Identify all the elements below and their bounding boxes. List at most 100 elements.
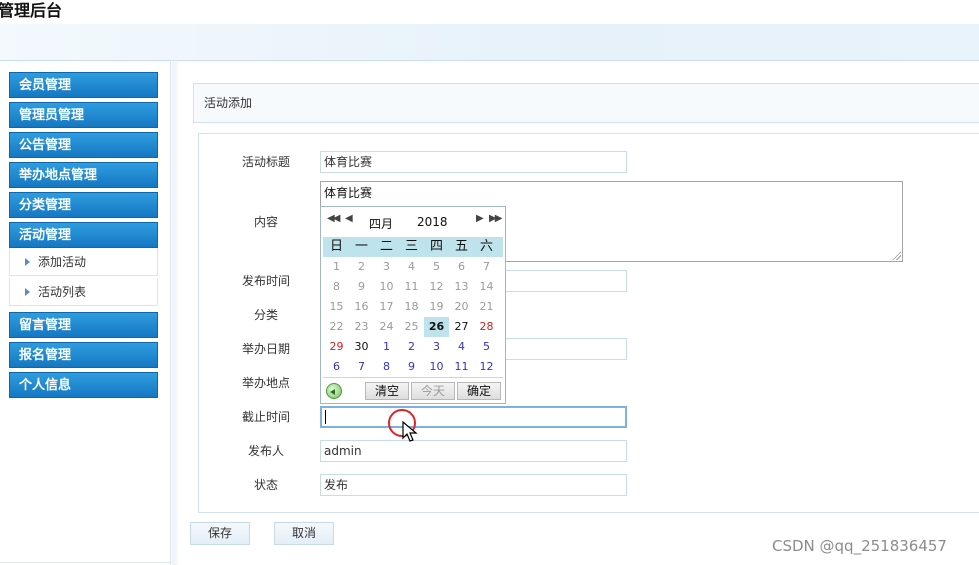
sidebar-item-profile[interactable]: 个人信息: [9, 372, 158, 398]
calendar-day[interactable]: 9: [349, 277, 374, 297]
today-button[interactable]: 今天: [411, 382, 455, 400]
category-label: 分类: [253, 308, 278, 322]
title-label: 活动标题: [241, 155, 290, 169]
sidebar-item-categories[interactable]: 分类管理: [9, 192, 158, 218]
calendar-day[interactable]: 22: [324, 317, 349, 337]
calendar-day[interactable]: 28: [474, 317, 499, 337]
calendar-day[interactable]: 9: [399, 357, 424, 377]
calendar-day[interactable]: 2: [349, 257, 374, 277]
calendar-day[interactable]: 6: [449, 257, 474, 277]
save-button[interactable]: 保存: [190, 522, 250, 545]
status-label: 状态: [253, 478, 278, 492]
caret-right-icon: [25, 288, 30, 296]
calendar-day[interactable]: 18: [399, 297, 424, 317]
calendar-day[interactable]: 11: [449, 357, 474, 377]
calendar-day[interactable]: 8: [374, 357, 399, 377]
mouse-pointer-icon: [402, 421, 418, 442]
event-date-label: 举办日期: [241, 342, 290, 356]
cancel-button[interactable]: 取消: [274, 522, 334, 545]
calendar-day[interactable]: 16: [349, 297, 374, 317]
submenu-item-label: 活动列表: [38, 285, 87, 299]
weekday-label: 五: [454, 239, 468, 254]
page-title: 活动添加: [193, 83, 979, 123]
sidebar-item-venues[interactable]: 举办地点管理: [9, 162, 158, 188]
calendar-day[interactable]: 2: [399, 337, 424, 357]
submenu-item-label: 添加活动: [38, 255, 87, 269]
calendar-day[interactable]: 15: [324, 297, 349, 317]
calendar-day[interactable]: 10: [374, 277, 399, 297]
calendar-day[interactable]: 3: [374, 257, 399, 277]
text-caret: [325, 410, 326, 424]
calendar-day[interactable]: 29: [324, 337, 349, 357]
calendar-day[interactable]: 13: [449, 277, 474, 297]
sidebar-item-registrations[interactable]: 报名管理: [9, 342, 158, 368]
weekday-header: 日 一 二 三 四 五 六: [323, 237, 503, 257]
weekday-label: 三: [404, 239, 418, 254]
calendar-day[interactable]: 21: [474, 297, 499, 317]
calendar-day[interactable]: 19: [424, 297, 449, 317]
app-title: 管理后台: [0, 1, 63, 20]
sidebar-item-notices[interactable]: 公告管理: [9, 132, 158, 158]
next-month-icon[interactable]: ▶: [476, 213, 484, 224]
calendar-footer-divider: [323, 377, 503, 378]
publisher-input[interactable]: admin: [320, 440, 627, 462]
calendar-day[interactable]: 7: [349, 357, 374, 377]
content-text: 体育比赛: [324, 186, 373, 200]
weekday-label: 一: [354, 239, 368, 254]
status-input[interactable]: 发布: [320, 474, 627, 496]
weekday-label: 四: [429, 239, 443, 254]
calendar-day[interactable]: 27: [449, 317, 474, 337]
sidebar-item-activities[interactable]: 活动管理: [9, 222, 158, 248]
calendar-day[interactable]: 14: [474, 277, 499, 297]
calendar-day[interactable]: 6: [324, 357, 349, 377]
calendar-day[interactable]: 4: [449, 337, 474, 357]
calendar-day[interactable]: 30: [349, 337, 374, 357]
calendar-day[interactable]: 4: [399, 257, 424, 277]
sidebar-separator: [172, 62, 178, 565]
location-label: 举办地点: [241, 376, 290, 390]
weekday-label: 日: [329, 239, 343, 254]
calendar-day[interactable]: 20: [449, 297, 474, 317]
submenu-item-add-activity[interactable]: 添加活动: [9, 248, 158, 276]
date-picker: ◀◀ ◀ 四月 2018 ▶ ▶▶ 日 一 二 三 四 五 六 12345678…: [320, 206, 506, 404]
calendar-day[interactable]: 26: [424, 317, 449, 337]
watermark: CSDN @qq_251836457: [772, 537, 947, 555]
header-band: [0, 24, 979, 61]
sidebar-item-members[interactable]: 会员管理: [9, 72, 158, 98]
calendar-day[interactable]: 3: [424, 337, 449, 357]
sidebar-item-messages[interactable]: 留言管理: [9, 312, 158, 338]
back-arrow-icon[interactable]: [326, 383, 342, 399]
calendar-day[interactable]: 7: [474, 257, 499, 277]
sidebar-item-admins[interactable]: 管理员管理: [9, 102, 158, 128]
title-input[interactable]: 体育比赛: [320, 151, 627, 173]
weekday-label: 六: [479, 239, 493, 254]
prev-year-icon[interactable]: ◀◀: [327, 213, 340, 224]
calendar-day[interactable]: 24: [374, 317, 399, 337]
next-year-icon[interactable]: ▶▶: [489, 213, 502, 224]
prev-month-icon[interactable]: ◀: [345, 213, 353, 224]
calendar-day[interactable]: 8: [324, 277, 349, 297]
calendar-day[interactable]: 12: [424, 277, 449, 297]
confirm-button[interactable]: 确定: [457, 382, 501, 400]
calendar-day[interactable]: 25: [399, 317, 424, 337]
calendar-day[interactable]: 11: [399, 277, 424, 297]
resize-grip-icon[interactable]: [892, 251, 901, 260]
content-label: 内容: [253, 215, 278, 229]
calendar-day[interactable]: 1: [374, 337, 399, 357]
caret-right-icon: [25, 258, 30, 266]
clear-button[interactable]: 清空: [365, 382, 409, 400]
calendar-day[interactable]: 10: [424, 357, 449, 377]
deadline-input[interactable]: [320, 406, 627, 428]
sidebar-divider: [0, 562, 170, 563]
calendar-day[interactable]: 17: [374, 297, 399, 317]
calendar-day[interactable]: 12: [474, 357, 499, 377]
calendar-day[interactable]: 5: [424, 257, 449, 277]
calendar-year[interactable]: 2018: [417, 215, 448, 229]
calendar-day[interactable]: 5: [474, 337, 499, 357]
publisher-label: 发布人: [247, 444, 284, 458]
calendar-month[interactable]: 四月: [369, 215, 393, 232]
submenu-item-activity-list[interactable]: 活动列表: [9, 278, 158, 306]
calendar-day[interactable]: 1: [324, 257, 349, 277]
calendar-day[interactable]: 23: [349, 317, 374, 337]
publish-time-label: 发布时间: [241, 274, 290, 288]
